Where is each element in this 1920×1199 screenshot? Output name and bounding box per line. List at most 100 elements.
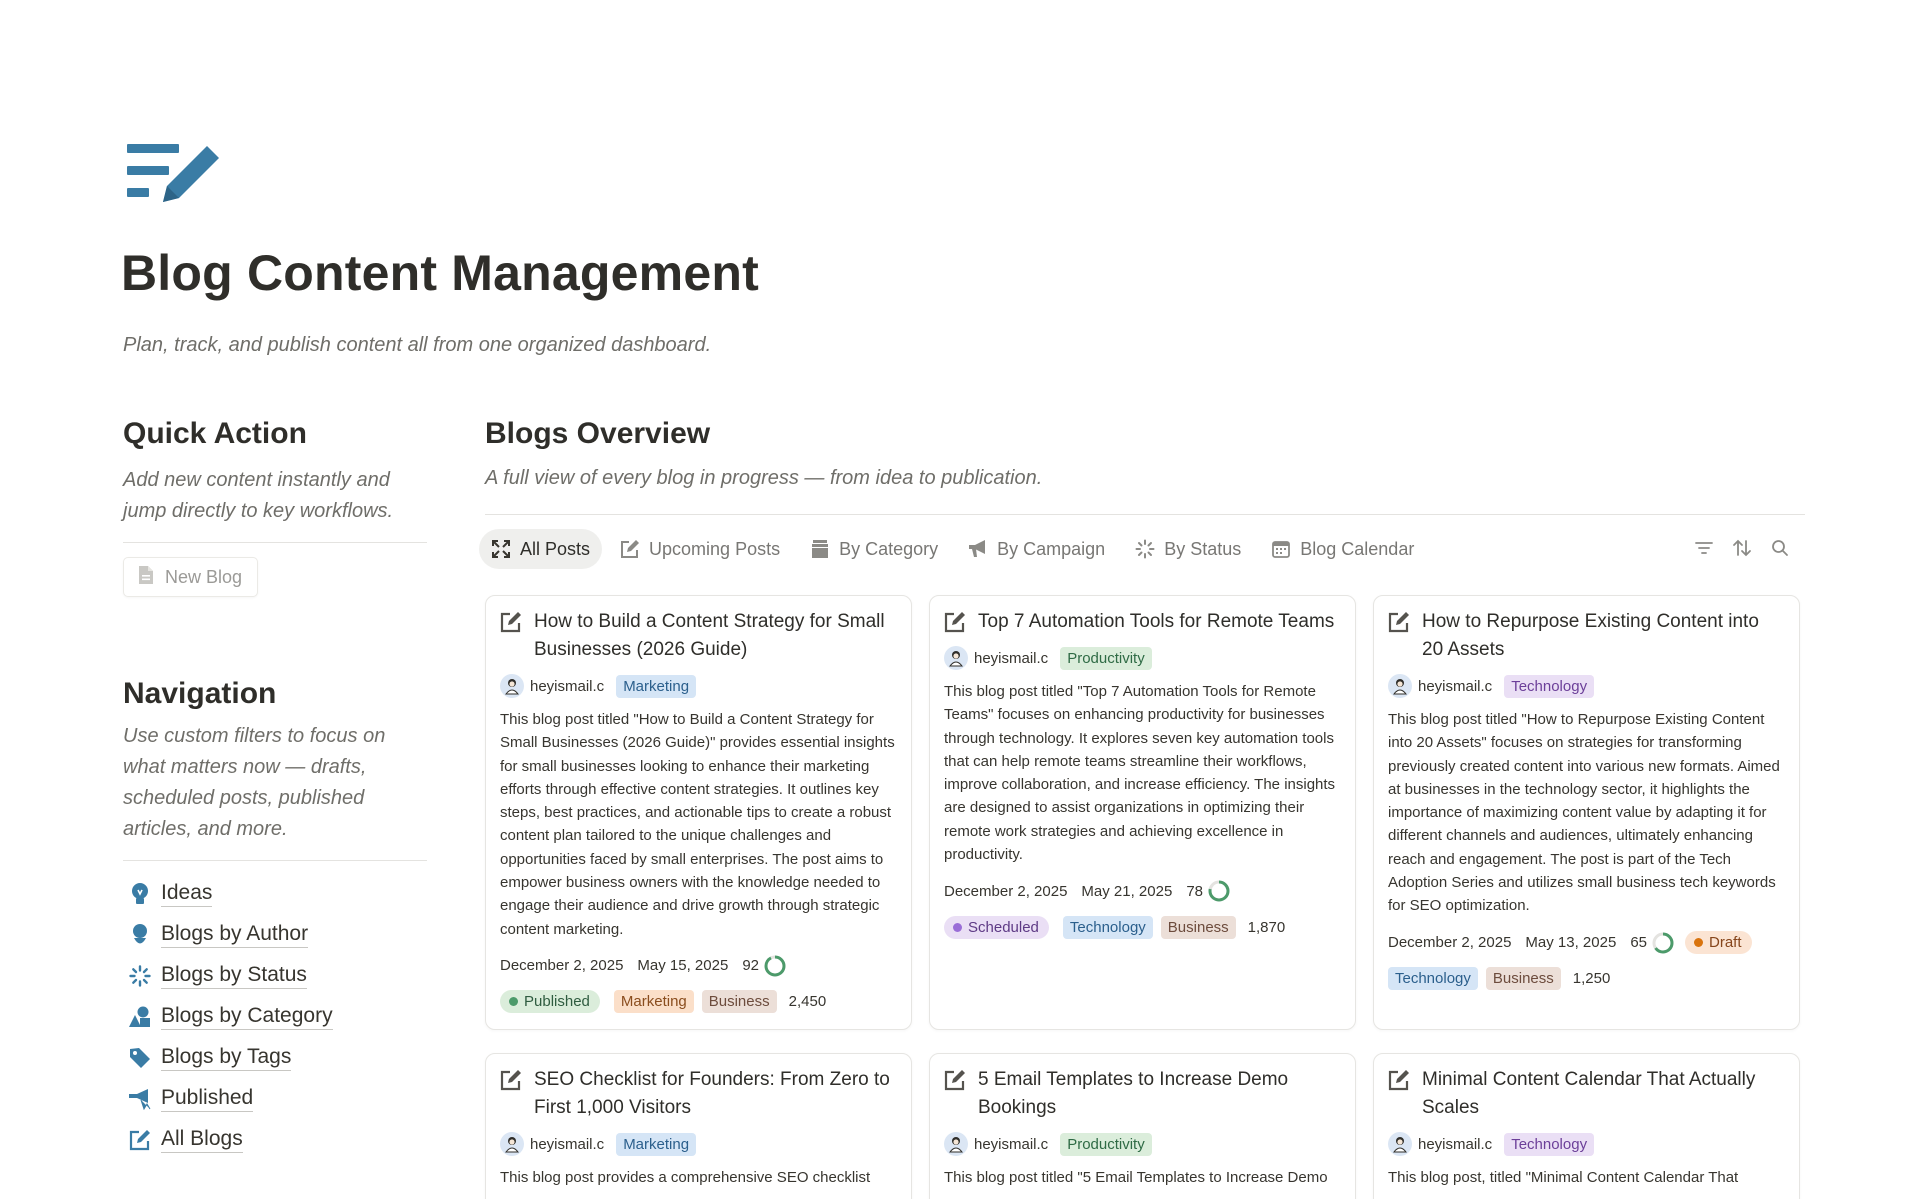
tab-label: All Posts — [520, 538, 591, 559]
nav-item-ideas[interactable]: Ideas — [123, 873, 427, 914]
card-summary: This blog post titled "5 Email Templates… — [944, 1169, 1328, 1186]
card-header: 5 Email Templates to Increase Demo Booki… — [944, 1066, 1341, 1122]
topic-tag: Business — [1485, 967, 1561, 991]
view-count: 1,250 — [1572, 970, 1611, 988]
avatar — [500, 674, 524, 698]
tab-all-posts[interactable]: All Posts — [479, 529, 603, 569]
quick-action-description: Add new content instantly and jump direc… — [123, 469, 394, 522]
view-tabs: All Posts Upcoming Posts By Category By … — [479, 529, 1432, 569]
card-header: How to Build a Content Strategy for Smal… — [500, 608, 897, 664]
blog-card[interactable]: How to Build a Content Strategy for Smal… — [485, 595, 912, 1030]
blog-card[interactable]: Minimal Content Calendar That Actually S… — [1373, 1053, 1800, 1199]
nav-label: Ideas — [161, 881, 213, 907]
lightbulb-icon — [127, 881, 153, 907]
view-tabs-bar: All Posts Upcoming Posts By Category By … — [479, 514, 1805, 569]
category-tag: Productivity — [1060, 1132, 1152, 1156]
category-tag: Technology — [1504, 674, 1595, 698]
edit-icon — [500, 611, 522, 633]
filter-icon[interactable] — [1693, 537, 1715, 559]
card-title: 5 Email Templates to Increase Demo Booki… — [978, 1069, 1289, 1118]
card-dates: December 2, 2025 May 13, 2025 65 Draft — [1388, 930, 1785, 956]
edit-icon — [1388, 611, 1410, 633]
shapes-icon — [127, 1004, 153, 1030]
tag-icon — [127, 1045, 153, 1071]
sort-icon[interactable] — [1731, 537, 1753, 559]
tab-label: Upcoming Posts — [649, 538, 781, 559]
card-title: SEO Checklist for Founders: From Zero to… — [534, 1069, 890, 1118]
avatar — [1388, 1132, 1412, 1156]
card-summary: This blog post titled "Top 7 Automation … — [944, 683, 1336, 864]
navigation-title: Navigation — [123, 677, 277, 710]
nav-item-blogs-by-tags[interactable]: Blogs by Tags — [123, 1037, 427, 1078]
tab-label: By Status — [1164, 538, 1242, 559]
view-count: 2,450 — [788, 993, 827, 1011]
created-date: December 2, 2025 — [1388, 934, 1512, 952]
blogs-overview-title: Blogs Overview — [485, 417, 711, 450]
card-footer: Technology Business 1,250 — [1388, 966, 1785, 992]
card-meta: heyismail.c Productivity — [944, 1130, 1341, 1158]
topic-tag: Business — [701, 990, 777, 1014]
progress-ring — [764, 955, 786, 977]
card-dates: December 2, 2025 May 21, 2025 78 — [944, 878, 1341, 904]
seo-score: 78 — [1186, 882, 1203, 900]
card-summary: This blog post provides a comprehensive … — [500, 1169, 871, 1186]
search-icon[interactable] — [1769, 537, 1791, 559]
card-meta: heyismail.c Marketing — [500, 672, 897, 700]
card-title: Minimal Content Calendar That Actually S… — [1422, 1069, 1756, 1118]
topic-tag: Business — [1160, 915, 1236, 939]
card-header: Minimal Content Calendar That Actually S… — [1388, 1066, 1785, 1122]
megaphone-icon — [127, 1086, 153, 1112]
new-blog-button[interactable]: New Blog — [123, 557, 259, 597]
author-name: heyismail.c — [974, 649, 1049, 667]
tab-by-category[interactable]: By Category — [798, 529, 950, 569]
nav-label: All Blogs — [161, 1127, 243, 1153]
blog-card[interactable]: Top 7 Automation Tools for Remote Teams h… — [929, 595, 1356, 1030]
seo-score: 65 — [1630, 934, 1647, 952]
quick-action-title: Quick Action — [123, 417, 307, 450]
page-subtitle: Plan, track, and publish content all fro… — [123, 334, 712, 356]
view-tools — [1693, 537, 1791, 559]
tab-label: By Campaign — [997, 538, 1106, 559]
archive-icon — [810, 539, 830, 559]
tab-by-status[interactable]: By Status — [1123, 529, 1253, 569]
tab-upcoming-posts[interactable]: Upcoming Posts — [608, 529, 792, 569]
edit-icon — [500, 1069, 522, 1091]
nav-item-blogs-by-author[interactable]: Blogs by Author — [123, 914, 427, 955]
author-name: heyismail.c — [974, 1135, 1049, 1153]
status-badge: Draft — [1685, 931, 1752, 955]
nav-label: Blogs by Tags — [161, 1045, 292, 1071]
card-meta: heyismail.c Technology — [1388, 1130, 1785, 1158]
blog-card[interactable]: How to Repurpose Existing Content into 2… — [1373, 595, 1800, 1030]
blog-card[interactable]: SEO Checklist for Founders: From Zero to… — [485, 1053, 912, 1199]
publish-date: May 13, 2025 — [1525, 934, 1617, 952]
author-name: heyismail.c — [530, 677, 605, 695]
tab-label: Blog Calendar — [1300, 538, 1415, 559]
tab-blog-calendar[interactable]: Blog Calendar — [1259, 529, 1426, 569]
edit-icon — [1388, 1069, 1410, 1091]
blog-card[interactable]: 5 Email Templates to Increase Demo Booki… — [929, 1053, 1356, 1199]
seo-score: 92 — [742, 957, 759, 975]
publish-date: May 15, 2025 — [637, 957, 729, 975]
progress-ring — [1208, 880, 1230, 902]
card-title: Top 7 Automation Tools for Remote Teams — [978, 611, 1335, 632]
calendar-icon — [1271, 539, 1291, 559]
nav-item-published[interactable]: Published — [123, 1078, 427, 1119]
nav-item-blogs-by-status[interactable]: Blogs by Status — [123, 955, 427, 996]
card-meta: heyismail.c Productivity — [944, 644, 1341, 672]
created-date: December 2, 2025 — [944, 882, 1068, 900]
card-title: How to Repurpose Existing Content into 2… — [1422, 611, 1759, 660]
nav-item-blogs-by-category[interactable]: Blogs by Category — [123, 996, 427, 1037]
nav-label: Blogs by Author — [161, 922, 309, 948]
publish-date: May 21, 2025 — [1081, 882, 1173, 900]
card-summary: This blog post titled "How to Build a Co… — [500, 711, 895, 938]
card-footer: Published Marketing Business 2,450 — [500, 989, 897, 1015]
edit-icon — [127, 1127, 153, 1153]
loading-icon — [127, 963, 153, 989]
status-badge: Scheduled — [944, 915, 1049, 939]
tab-by-campaign[interactable]: By Campaign — [956, 529, 1117, 569]
blogs-overview: Blogs Overview A full view of every blog… — [479, 417, 1805, 1199]
edit-icon — [944, 611, 966, 633]
divider — [123, 542, 427, 543]
nav-item-all-blogs[interactable]: All Blogs — [123, 1119, 427, 1160]
divider — [123, 860, 427, 861]
